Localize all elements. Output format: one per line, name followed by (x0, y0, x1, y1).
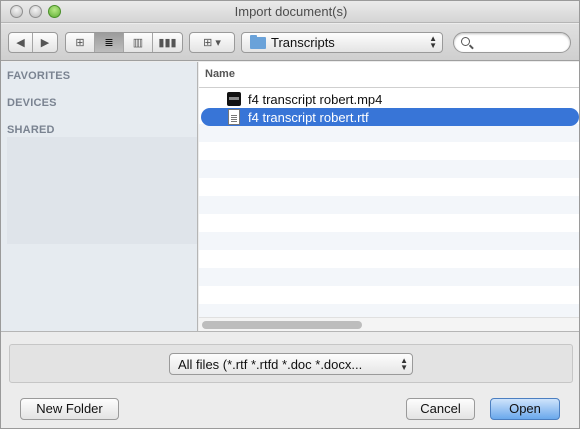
rtf-document-icon (228, 109, 240, 125)
arrange-button[interactable]: ⊞ ▾ (189, 32, 235, 53)
file-name: f4 transcript robert.mp4 (248, 92, 383, 107)
list-stripe (199, 232, 579, 250)
coverflow-view-icon[interactable]: ▮▮▮ (153, 33, 182, 52)
open-button[interactable]: Open (490, 398, 560, 420)
popup-arrows-icon: ▲ ▼ (400, 356, 408, 372)
file-list: Name f4 transcript robert.mp4 f4 transcr… (199, 62, 579, 331)
list-stripe (199, 268, 579, 286)
scrollbar-thumb[interactable] (202, 321, 362, 329)
column-header-label: Name (205, 68, 235, 80)
open-dialog-window: Import document(s) ◀ ▶ ⊞ ≣ ▥ ▮▮▮ ⊞ ▾ Tra… (0, 0, 580, 429)
folder-icon (250, 35, 266, 49)
file-row-selected[interactable]: f4 transcript robert.rtf (201, 108, 579, 126)
name-column-header[interactable]: Name (199, 62, 579, 88)
file-type-popup[interactable]: All files (*.rtf *.rtfd *.doc *.docx... … (169, 353, 413, 375)
back-forward-control: ◀ ▶ (8, 32, 58, 53)
list-stripe (199, 160, 579, 178)
sidebar-header-favorites: FAVORITES (7, 70, 71, 82)
arrange-grid-icon: ⊞ ▾ (203, 37, 221, 49)
forward-arrow-icon[interactable]: ▶ (33, 33, 57, 52)
popup-arrows-icon: ▲ ▼ (429, 34, 437, 50)
sidebar: FAVORITES DEVICES SHARED (1, 62, 198, 331)
new-folder-button[interactable]: New Folder (20, 398, 119, 420)
title-bar: Import document(s) (1, 1, 579, 23)
sidebar-shared-area (7, 137, 197, 244)
file-type-label: All files (*.rtf *.rtfd *.doc *.docx... (178, 357, 363, 372)
list-stripe (199, 196, 579, 214)
column-view-icon[interactable]: ▥ (124, 33, 153, 52)
sidebar-header-devices: DEVICES (7, 97, 57, 109)
path-popup[interactable]: Transcripts ▲ ▼ (241, 32, 443, 53)
horizontal-scrollbar[interactable] (199, 317, 579, 331)
sidebar-header-shared: SHARED (7, 124, 55, 136)
list-view-icon[interactable]: ≣ (95, 33, 124, 52)
search-icon (461, 37, 470, 46)
toolbar: ◀ ▶ ⊞ ≣ ▥ ▮▮▮ ⊞ ▾ Transcripts ▲ ▼ (1, 24, 579, 61)
divider (1, 331, 579, 332)
back-arrow-icon[interactable]: ◀ (9, 33, 33, 52)
path-popup-label: Transcripts (271, 35, 335, 50)
icon-view-icon[interactable]: ⊞ (66, 33, 95, 52)
search-input[interactable] (453, 32, 571, 53)
file-row[interactable]: f4 transcript robert.mp4 (201, 90, 579, 108)
list-stripe (199, 124, 579, 142)
view-mode-control: ⊞ ≣ ▥ ▮▮▮ (65, 32, 183, 53)
cancel-button[interactable]: Cancel (406, 398, 475, 420)
video-file-icon (227, 92, 241, 106)
window-title: Import document(s) (234, 4, 348, 19)
file-name: f4 transcript robert.rtf (248, 110, 369, 125)
